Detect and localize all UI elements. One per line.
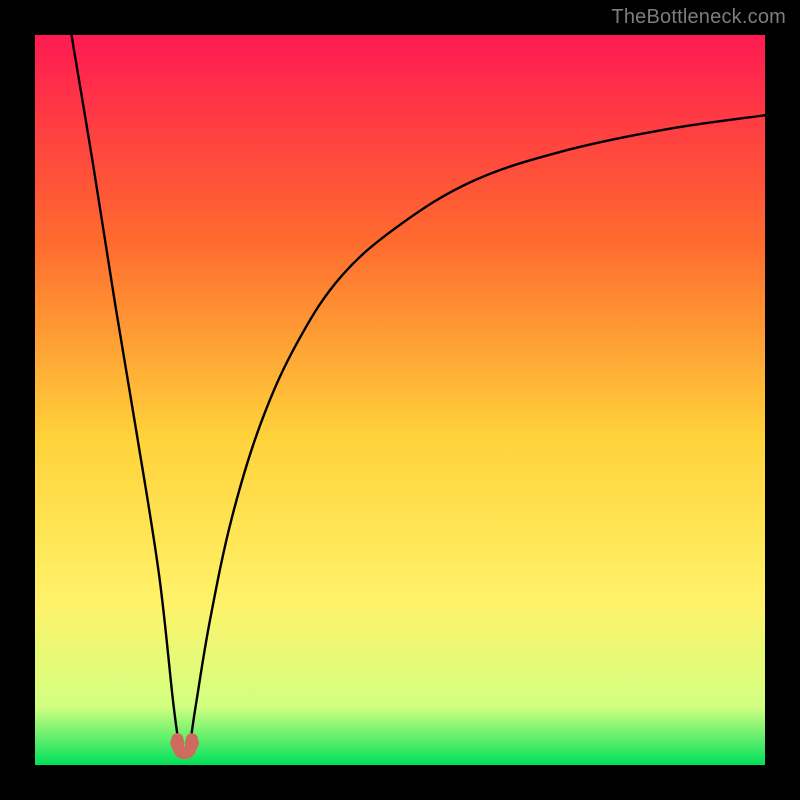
chart-frame: TheBottleneck.com [0, 0, 800, 800]
gradient-background [35, 35, 765, 765]
min-marker-right [185, 736, 199, 750]
watermark-text: TheBottleneck.com [611, 6, 786, 29]
plot-area [35, 35, 765, 765]
min-marker-left [170, 736, 184, 750]
plot-svg [35, 35, 765, 765]
